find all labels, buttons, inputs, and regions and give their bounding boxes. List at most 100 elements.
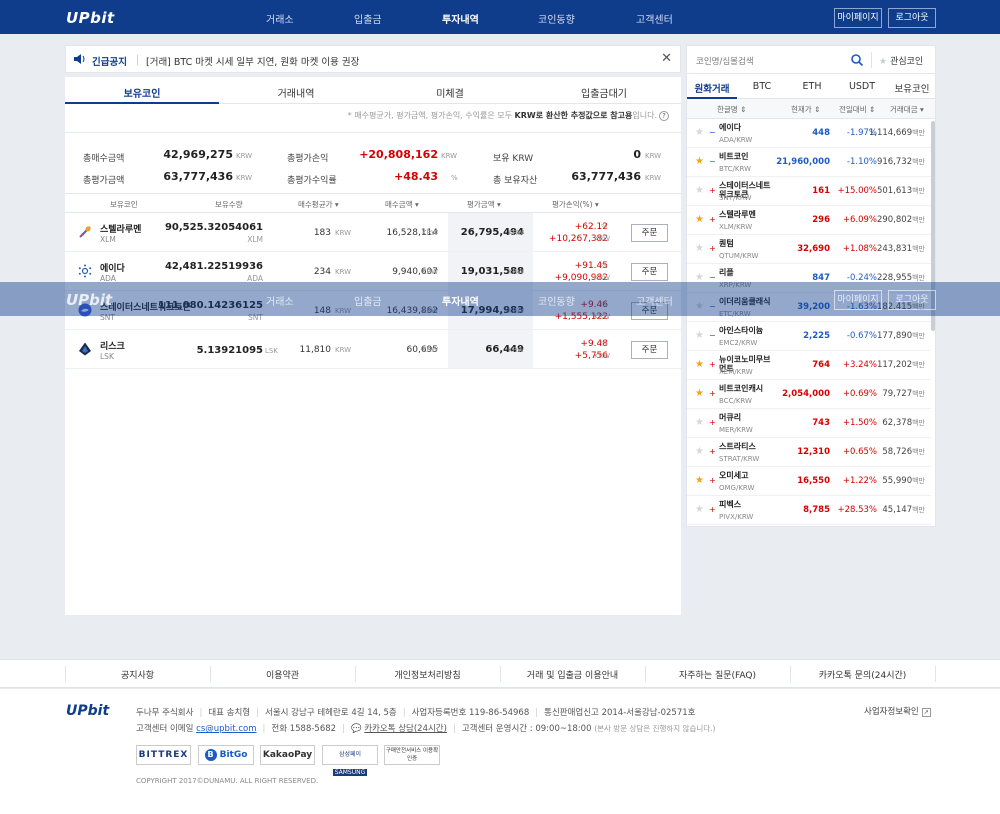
col-daily-change[interactable]: 전일대비 ⇕ <box>839 104 875 115</box>
coin-name[interactable]: 아인스타이늄 <box>719 326 777 335</box>
nav-customer-center[interactable]: 고객센터 <box>636 11 673 26</box>
coin-pair: MER/KRW <box>719 426 753 434</box>
email-link[interactable]: cs@upbit.com <box>196 724 256 734</box>
coin-name[interactable]: 머큐리 <box>719 413 777 422</box>
coin-name[interactable]: 에이다 <box>719 123 777 132</box>
market-row[interactable]: ★ − 에이다 ADA/KRW 448 -1.97% 1,114,669백만 <box>687 119 931 148</box>
kakao-chat-link[interactable]: 카카오톡 상담(24시간) <box>364 724 447 734</box>
market-row[interactable]: ★ + 비트코인캐시 BCC/KRW 2,054,000 +0.69% 79,727백만 <box>687 380 931 409</box>
nav-deposit[interactable]: 입출금 <box>354 293 382 308</box>
notice-text[interactable]: [거래] BTC 마켓 시세 일부 지연, 원화 마켓 이용 권장 <box>146 54 359 68</box>
nav-deposit[interactable]: 입출금 <box>354 11 382 26</box>
tab-history[interactable]: 거래내역 <box>219 85 373 100</box>
upbit-logo[interactable]: UPbit <box>66 291 112 309</box>
favorite-star-icon[interactable]: ★ <box>695 127 704 138</box>
tab-holdings[interactable]: 보유코인 <box>65 85 219 100</box>
order-button[interactable]: 주문 <box>631 263 668 281</box>
market-row[interactable]: ★ + 스트라티스 STRAT/KRW 12,310 +0.65% 58,726백만 <box>687 438 931 467</box>
link-faq[interactable]: 자주하는 질문(FAQ) <box>645 668 790 681</box>
coin-name[interactable]: 오미세고 <box>719 471 777 480</box>
tab-pending-transfers[interactable]: 입출금대기 <box>527 85 681 100</box>
market-row[interactable]: ★+이더리움ETH/KRW805,800+2.18%43,890백만 <box>687 525 931 526</box>
logout-button[interactable]: 로그아웃 <box>888 8 936 28</box>
col-buy-amount[interactable]: 매수금액 ▾ <box>385 199 419 210</box>
holding-row[interactable]: 리스크 LSK 5.13921095 LSK 11,810 KRW 60,695… <box>65 330 681 369</box>
daily-change: +3.24% <box>842 360 877 370</box>
favorite-star-icon[interactable]: ★ <box>695 388 704 399</box>
logout-button[interactable]: 로그아웃 <box>888 290 936 310</box>
market-row[interactable]: ★ − 아인스타이늄 EMC2/KRW 2,225 -0.67% 177,890백만 <box>687 322 931 351</box>
mypage-button[interactable]: 마이페이지 <box>834 8 882 28</box>
nav-coin-trends[interactable]: 코인동향 <box>538 293 575 308</box>
trend-icon: − <box>709 273 716 282</box>
coin-name[interactable]: 비트코인 <box>719 152 777 161</box>
market-row[interactable]: ★ + 스테이터스네트워크토큰 SNT/KRW 161 +15.00% 501,613백만 <box>687 177 931 206</box>
order-button[interactable]: 주문 <box>631 341 668 359</box>
tab-open-orders[interactable]: 미체결 <box>373 85 527 100</box>
favorite-star-icon[interactable]: ★ <box>695 504 704 515</box>
holding-row[interactable]: 스텔라루멘 XLM 90,525.32054061 XLM 183 KRW 16… <box>65 213 681 252</box>
col-current-price[interactable]: 현재가 ⇕ <box>791 104 820 115</box>
favorite-star-icon[interactable]: ★ <box>695 156 704 167</box>
tab-krw-market[interactable]: 원화거래 <box>687 81 737 95</box>
nav-investments[interactable]: 투자내역 <box>442 11 479 26</box>
link-notices[interactable]: 공지사항 <box>65 668 210 681</box>
tab-owned-coins[interactable]: 보유코인 <box>887 81 935 95</box>
link-terms[interactable]: 이용약관 <box>210 668 355 681</box>
qty-unit: XLM <box>247 235 263 244</box>
market-row[interactable]: ★ + 머큐리 MER/KRW 743 +1.50% 62,378백만 <box>687 409 931 438</box>
nav-investments[interactable]: 투자내역 <box>442 293 479 308</box>
col-pnl[interactable]: 평가손익(%) ▾ <box>552 199 599 210</box>
total-buy-label: 총매수금액 <box>83 154 125 164</box>
trend-icon: − <box>709 157 716 166</box>
favorite-star-icon[interactable]: ★ <box>695 475 704 486</box>
col-trade-volume[interactable]: 거래대금 ▾ <box>890 104 924 115</box>
link-trading-guide[interactable]: 거래 및 입출금 이용안내 <box>500 668 645 681</box>
coin-name[interactable]: 비트코인캐시 <box>719 384 777 393</box>
col-eval-amount[interactable]: 평가금액 ▾ <box>467 199 501 210</box>
market-row[interactable]: ★ + 스텔라루멘 XLM/KRW 296 +6.09% 290,802백만 <box>687 206 931 235</box>
market-row[interactable]: ★ − 비트코인 BTC/KRW 21,960,000 -1.10% 916,732백만 <box>687 148 931 177</box>
nav-coin-trends[interactable]: 코인동향 <box>538 11 575 26</box>
coin-name[interactable]: 피벡스 <box>719 500 777 509</box>
market-row[interactable]: ★ + 오미세고 OMG/KRW 16,550 +1.22% 55,990백만 <box>687 467 931 496</box>
daily-change: +15.00% <box>837 186 877 196</box>
market-row[interactable]: ★ + 피벡스 PIVX/KRW 8,785 +28.53% 45,147백만 <box>687 496 931 525</box>
nav-exchange[interactable]: 거래소 <box>266 11 294 26</box>
favorite-star-icon[interactable]: ★ <box>695 330 704 341</box>
favorite-star-icon[interactable]: ★ <box>695 446 704 457</box>
upbit-logo[interactable]: UPbit <box>66 9 115 27</box>
market-row[interactable]: ★ + 뉴이코노미무브먼트 XEM/KRW 764 +3.24% 117,202백만 <box>687 351 931 380</box>
coin-name[interactable]: 스텔라루멘 <box>719 210 777 219</box>
coin-name[interactable]: 퀀텀 <box>719 239 777 248</box>
favorite-star-icon[interactable]: ★ <box>695 417 704 428</box>
order-button[interactable]: 주문 <box>631 224 668 242</box>
tab-eth-market[interactable]: ETH <box>787 81 837 92</box>
favorite-star-icon[interactable]: ★ <box>695 359 704 370</box>
link-kakao-inquiry[interactable]: 카카오톡 문의(24시간) <box>790 668 935 681</box>
help-icon[interactable]: ? <box>659 111 669 121</box>
favorite-star-icon[interactable]: ★ <box>695 243 704 254</box>
tab-btc-market[interactable]: BTC <box>737 81 787 92</box>
favorite-star-icon[interactable]: ★ <box>695 185 704 196</box>
search-input[interactable]: 코인명/심볼검색 <box>696 55 754 67</box>
copyright: COPYRIGHT 2017©DUNAMU. ALL RIGHT RESERVE… <box>136 777 319 785</box>
market-row[interactable]: ★ + 퀀텀 QTUM/KRW 32,690 +1.08% 243,831백만 <box>687 235 931 264</box>
favorites-toggle[interactable]: ★ 관심코인 <box>879 54 923 67</box>
coin-name[interactable]: 리플 <box>719 268 777 277</box>
col-avg-price[interactable]: 매수평균가 ▾ <box>298 199 339 210</box>
nav-customer-center[interactable]: 고객센터 <box>636 293 673 308</box>
coin-name[interactable]: 스트라티스 <box>719 442 777 451</box>
search-icon[interactable] <box>850 53 864 67</box>
business-info-link[interactable]: 사업자정보확인 ↗ <box>864 705 931 717</box>
investment-panel: 보유코인 거래내역 미체결 입출금대기 * 매수평균가, 평가금액, 평가손익,… <box>65 77 681 615</box>
favorite-star-icon[interactable]: ★ <box>695 214 704 225</box>
tab-usdt-market[interactable]: USDT <box>837 81 887 92</box>
current-price: 296 <box>812 215 830 225</box>
trade-volume: 177,890백만 <box>876 331 925 341</box>
link-privacy[interactable]: 개인정보처리방침 <box>355 668 500 681</box>
nav-exchange[interactable]: 거래소 <box>266 293 294 308</box>
col-korean-name[interactable]: 한글명 ⇕ <box>717 104 746 115</box>
mypage-button[interactable]: 마이페이지 <box>834 290 882 310</box>
close-icon[interactable]: ✕ <box>661 51 672 66</box>
